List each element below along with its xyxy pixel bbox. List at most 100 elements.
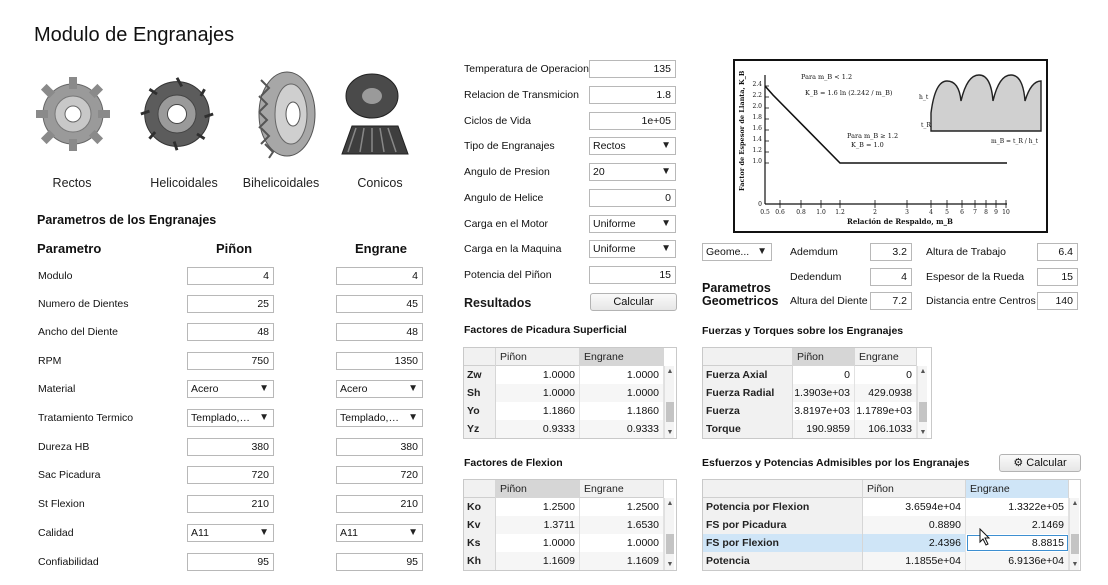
helical-gear-image[interactable] — [138, 60, 216, 168]
table-row[interactable]: Zw 1.0000 1.0000 — [464, 366, 664, 384]
table-cell-pinion[interactable]: 2.4396 — [863, 534, 966, 552]
scroll-down-icon[interactable]: ▼ — [665, 429, 675, 436]
table-cell-pinion[interactable]: 1.3711 — [496, 516, 580, 534]
param-gear-input[interactable]: 4 — [336, 267, 423, 285]
operation-input[interactable]: 1.8 — [589, 86, 676, 104]
geometry-input[interactable]: 3.2 — [870, 243, 912, 261]
table-header-cell[interactable]: Piñon — [793, 348, 855, 366]
geometry-input[interactable]: 7.2 — [870, 292, 912, 310]
operation-dropdown[interactable]: 20 ▼ — [589, 163, 676, 181]
table-cell-gear[interactable]: 106.1033 — [855, 420, 917, 438]
table-cell-pinion[interactable]: 0.8890 — [863, 516, 966, 534]
param-pinion-dropdown[interactable]: Acero ▼ — [187, 380, 274, 398]
operation-input[interactable]: 15 — [589, 266, 676, 284]
table-cell-pinion[interactable]: 1.0000 — [496, 534, 580, 552]
table-row[interactable]: Potencia por Flexion 3.6594e+04 1.3322e+05 — [703, 498, 1069, 516]
stresses-table[interactable]: Piñon Engrane Potencia por Flexion 3.6594e+… — [702, 479, 1081, 571]
table-header-cell[interactable]: Piñon — [496, 480, 580, 498]
stresses-calculate-button[interactable]: ⚙ Calcular — [999, 454, 1081, 472]
table-cell-pinion[interactable]: 1.0000 — [496, 384, 580, 402]
param-gear-input[interactable]: 95 — [336, 553, 423, 571]
table-cell-pinion[interactable]: 1.1855e+04 — [863, 552, 966, 570]
param-pinion-input[interactable]: 4 — [187, 267, 274, 285]
table-header-cell[interactable]: Piñon — [863, 480, 966, 498]
table-scrollbar[interactable]: ▲ ▼ — [917, 366, 927, 438]
table-cell-gear[interactable]: 1.0000 — [580, 534, 664, 552]
table-cell-gear[interactable]: 1.0000 — [580, 384, 664, 402]
scroll-thumb[interactable] — [666, 534, 674, 554]
table-cell-gear[interactable]: 429.0938 — [855, 384, 917, 402]
table-cell-gear[interactable]: 1.1609 — [580, 552, 664, 570]
scroll-down-icon[interactable]: ▼ — [918, 429, 928, 436]
geometry-input[interactable]: 140 — [1037, 292, 1078, 310]
table-row[interactable]: Fuerza Tangencial3.8197e+031.1789e+03 — [703, 402, 917, 435]
table-cell-gear[interactable]: 0 — [855, 366, 917, 384]
table-scrollbar[interactable]: ▲ ▼ — [1069, 498, 1079, 570]
scroll-down-icon[interactable]: ▼ — [1070, 561, 1080, 568]
scroll-thumb[interactable] — [1071, 534, 1079, 554]
pitting-table[interactable]: Piñon Engrane Zw 1.0000 1.0000 Sh 1.0000 1.0000… — [463, 347, 677, 439]
table-row[interactable]: Sh 1.0000 1.0000 — [464, 384, 664, 402]
param-gear-input[interactable]: 45 — [336, 295, 423, 313]
table-cell-pinion[interactable]: 190.9859 — [793, 420, 855, 438]
table-cell-pinion[interactable]: 0 — [793, 366, 855, 384]
scroll-down-icon[interactable]: ▼ — [665, 561, 675, 568]
scroll-up-icon[interactable]: ▲ — [918, 368, 928, 375]
table-scrollbar[interactable]: ▲ ▼ — [664, 366, 674, 438]
herringbone-gear-image[interactable] — [244, 60, 322, 168]
operation-input[interactable]: 1e+05 — [589, 112, 676, 130]
bending-table[interactable]: Piñon Engrane Ko 1.2500 1.2500 Kv 1.3711 1.6530… — [463, 479, 677, 571]
operation-input[interactable]: 0 — [589, 189, 676, 207]
table-cell-gear[interactable]: 0.9333 — [580, 420, 664, 438]
table-row[interactable]: FS por Flexion 2.4396 8.8815 — [703, 534, 1069, 552]
table-row[interactable]: Potencia 1.1855e+04 6.9136e+04 — [703, 552, 1069, 570]
scroll-thumb[interactable] — [919, 402, 927, 422]
table-cell-gear[interactable]: 1.2500 — [580, 498, 664, 516]
table-header-cell[interactable]: Piñon — [496, 348, 580, 366]
param-pinion-input[interactable]: 720 — [187, 466, 274, 484]
param-gear-input[interactable]: 720 — [336, 466, 423, 484]
table-header-cell[interactable]: Engrane — [580, 480, 664, 498]
scroll-thumb[interactable] — [666, 402, 674, 422]
param-pinion-input[interactable]: 380 — [187, 438, 274, 456]
param-pinion-input[interactable]: 750 — [187, 352, 274, 370]
table-row[interactable]: Torque 190.9859 106.1033 — [703, 420, 917, 438]
param-pinion-input[interactable]: 95 — [187, 553, 274, 571]
operation-dropdown[interactable]: Uniforme ▼ — [589, 240, 676, 258]
table-cell-gear[interactable]: 6.9136e+04 — [966, 552, 1069, 570]
table-cell-pinion[interactable]: 1.1609 — [496, 552, 580, 570]
table-scrollbar[interactable]: ▲ ▼ — [664, 498, 674, 570]
param-pinion-dropdown[interactable]: A11 ▼ — [187, 524, 274, 542]
bevel-gear-image[interactable] — [336, 60, 414, 168]
operation-input[interactable]: 135 — [589, 60, 676, 78]
table-row[interactable]: Fuerza Radial 1.3903e+03 429.0938 — [703, 384, 917, 402]
table-row[interactable]: Yz 0.9333 0.9333 — [464, 420, 664, 438]
operation-dropdown[interactable]: Uniforme ▼ — [589, 215, 676, 233]
table-cell-pinion[interactable]: 1.2500 — [496, 498, 580, 516]
geometry-input[interactable]: 15 — [1037, 268, 1078, 286]
table-row[interactable]: Ko 1.2500 1.2500 — [464, 498, 664, 516]
param-gear-dropdown[interactable]: Templado, r... ▼ — [336, 409, 423, 427]
param-gear-input[interactable]: 1350 — [336, 352, 423, 370]
table-row[interactable]: Fuerza Axial 0 0 — [703, 366, 917, 384]
table-row[interactable]: Kh 1.1609 1.1609 — [464, 552, 664, 570]
table-cell-gear[interactable]: 1.0000 — [580, 366, 664, 384]
table-row[interactable]: Kv 1.3711 1.6530 — [464, 516, 664, 534]
spur-gear-image[interactable] — [34, 60, 112, 168]
table-row[interactable]: Ks 1.0000 1.0000 — [464, 534, 664, 552]
scroll-up-icon[interactable]: ▲ — [1070, 500, 1080, 507]
table-cell-pinion[interactable]: 1.3903e+03 — [793, 384, 855, 402]
geometry-input[interactable]: 6.4 — [1037, 243, 1078, 261]
param-gear-dropdown[interactable]: A11 ▼ — [336, 524, 423, 542]
table-cell-gear[interactable]: 1.6530 — [580, 516, 664, 534]
scroll-up-icon[interactable]: ▲ — [665, 500, 675, 507]
param-pinion-dropdown[interactable]: Templado, r... ▼ — [187, 409, 274, 427]
geometry-input[interactable]: 4 — [870, 268, 912, 286]
calculate-button[interactable]: Calcular — [590, 293, 677, 311]
param-pinion-input[interactable]: 210 — [187, 495, 274, 513]
table-cell-pinion[interactable]: 1.1860 — [496, 402, 580, 420]
operation-dropdown[interactable]: Rectos ▼ — [589, 137, 676, 155]
table-row[interactable]: FS por Picadura 0.8890 2.1469 — [703, 516, 1069, 534]
geometry-dropdown[interactable]: Geome... ▼ — [702, 243, 772, 261]
table-header-cell[interactable]: Engrane — [855, 348, 917, 366]
